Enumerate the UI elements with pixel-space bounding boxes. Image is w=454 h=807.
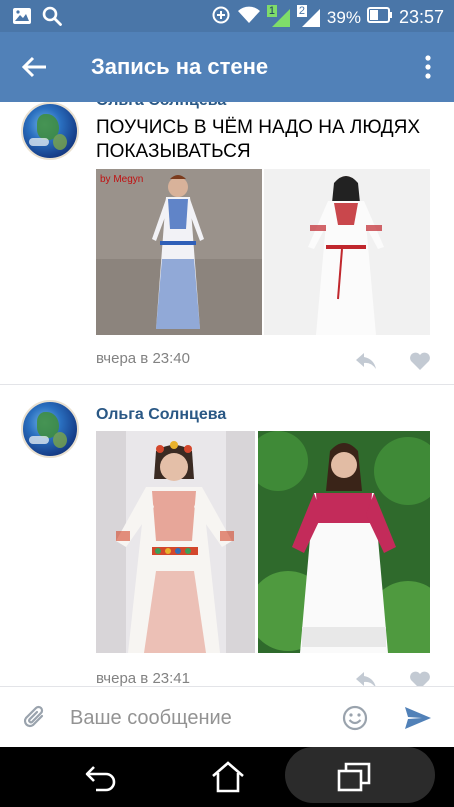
home-icon xyxy=(212,761,244,793)
signal-sim1-icon: 1 xyxy=(266,4,291,28)
heart-icon xyxy=(410,671,430,686)
heart-icon xyxy=(410,352,430,370)
recent-apps-icon xyxy=(337,762,371,792)
like-button[interactable] xyxy=(409,670,431,686)
system-recent-apps-button[interactable] xyxy=(337,762,371,792)
gallery-icon xyxy=(12,7,32,30)
data-saver-icon xyxy=(211,5,231,30)
divider xyxy=(0,384,454,385)
attach-button[interactable] xyxy=(22,704,48,732)
status-time: 23:57 xyxy=(398,7,444,27)
search-icon xyxy=(42,6,62,31)
emoji-button[interactable] xyxy=(342,705,368,731)
reply-icon xyxy=(356,353,376,369)
avatar[interactable] xyxy=(21,400,79,458)
battery-icon xyxy=(366,7,393,28)
more-options-button[interactable] xyxy=(416,52,440,82)
wifi-icon xyxy=(237,6,261,29)
system-back-button[interactable] xyxy=(84,761,118,793)
smile-icon xyxy=(342,705,368,731)
attached-photo[interactable] xyxy=(96,431,255,653)
back-button[interactable] xyxy=(16,50,54,84)
arrow-left-icon xyxy=(21,56,46,78)
page-title: Запись на стене xyxy=(91,54,269,79)
message-composer xyxy=(0,686,454,747)
signal-sim2-icon: 2 xyxy=(296,4,321,28)
comment-item: Ольга Солнцева ПОУЧИСЬ В ЧЁМ НАДО НА ЛЮД… xyxy=(0,102,454,382)
back-icon xyxy=(85,766,116,792)
status-bar: 1 2 39% 23:57 xyxy=(0,0,454,32)
system-home-button[interactable] xyxy=(210,760,246,794)
sim2-label: 2 xyxy=(296,4,308,17)
app-header: Запись на стене xyxy=(0,32,454,102)
comment-timestamp: вчера в 23:40 xyxy=(96,350,190,367)
comment-timestamp: вчера в 23:41 xyxy=(96,670,190,686)
comment-text: ПОУЧИСЬ В ЧЁМ НАДО НА ЛЮДЯХ ПОКАЗЫВАТЬСЯ xyxy=(96,117,420,162)
message-input[interactable] xyxy=(70,701,330,735)
reply-button[interactable] xyxy=(355,671,377,686)
attached-photo[interactable] xyxy=(264,169,430,335)
attached-photo[interactable] xyxy=(258,431,430,653)
more-vertical-icon xyxy=(425,55,431,79)
send-button[interactable] xyxy=(404,706,432,730)
author-name[interactable]: Ольга Солнцева xyxy=(96,102,226,110)
reply-button[interactable] xyxy=(355,352,377,370)
sim1-label: 1 xyxy=(266,4,278,17)
send-icon xyxy=(405,707,431,729)
avatar[interactable] xyxy=(21,102,79,160)
attached-photo[interactable]: by Megyn xyxy=(96,169,262,335)
like-button[interactable] xyxy=(409,351,431,371)
reply-icon xyxy=(356,672,376,686)
comments-feed[interactable]: Ольга Солнцева ПОУЧИСЬ В ЧЁМ НАДО НА ЛЮД… xyxy=(0,102,454,686)
battery-percent: 39% xyxy=(326,7,361,27)
paperclip-icon xyxy=(23,705,44,728)
photo-watermark: by Megyn xyxy=(100,174,144,185)
system-nav-bar xyxy=(0,747,454,807)
comment-item: Ольга Солнцева вчера в 23:41 xyxy=(0,398,454,686)
author-name[interactable]: Ольга Солнцева xyxy=(96,406,226,424)
